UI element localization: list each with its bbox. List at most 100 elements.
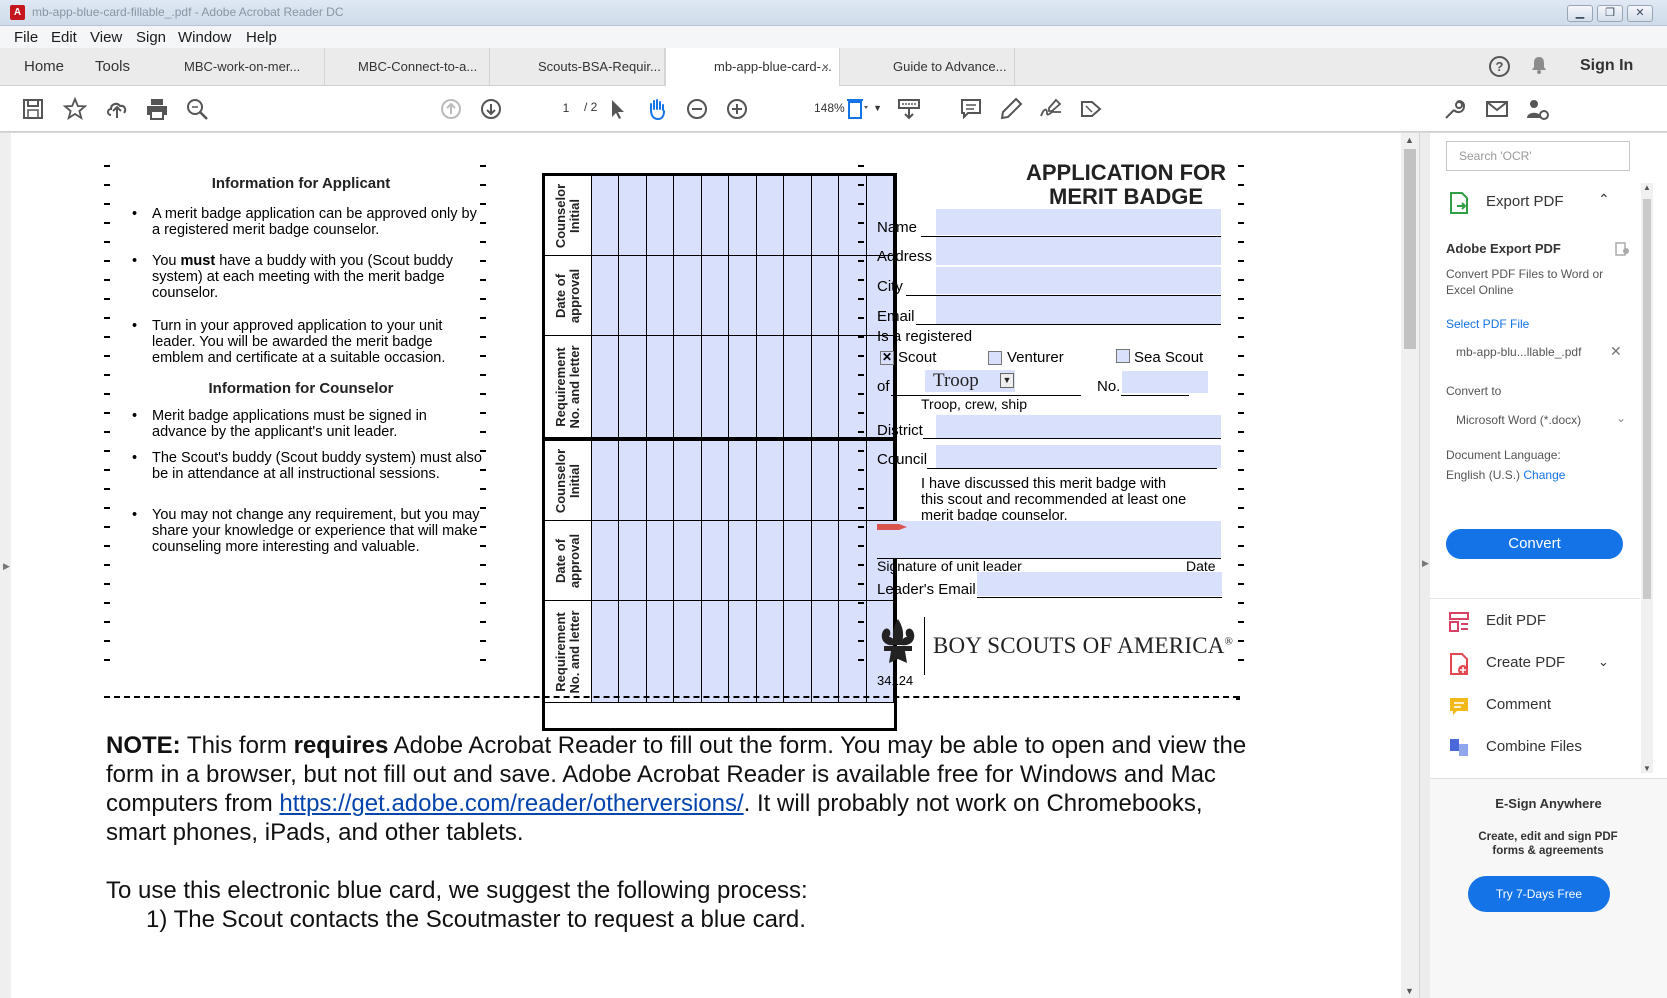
grid-entry-field[interactable] <box>646 521 675 601</box>
chevron-down-icon[interactable]: ⌄ <box>1598 654 1609 670</box>
scroll-up-icon[interactable]: ▲ <box>1405 135 1414 145</box>
grid-entry-field[interactable] <box>646 256 675 336</box>
add-user-icon[interactable] <box>1524 96 1550 122</box>
next-page-icon[interactable] <box>478 96 504 122</box>
grid-entry-field[interactable] <box>811 176 840 256</box>
tab-document[interactable]: Guide to Advance... <box>840 48 1015 86</box>
document-scrollbar[interactable]: ▲ ▼ <box>1401 133 1419 998</box>
tab-document[interactable]: Scouts-BSA-Requir... <box>490 48 665 86</box>
minimize-button[interactable]: ▁ <box>1567 5 1593 22</box>
grid-entry-field[interactable] <box>729 256 757 336</box>
scrollbar-thumb[interactable] <box>1643 199 1651 599</box>
page-number-input[interactable]: 1 <box>552 96 580 120</box>
edit-pdf-tool[interactable]: Edit PDF <box>1448 608 1628 638</box>
tab-document[interactable]: MBC-Connect-to-a... <box>325 48 490 86</box>
grid-entry-field[interactable] <box>839 521 867 601</box>
help-icon[interactable]: ? <box>1489 56 1510 77</box>
grid-entry-field[interactable] <box>592 521 620 601</box>
grid-entry-field[interactable] <box>784 521 812 601</box>
sea-scout-checkbox[interactable] <box>1116 349 1130 363</box>
scroll-up-icon[interactable]: ▲ <box>1643 183 1651 192</box>
convert-button[interactable]: Convert <box>1446 529 1623 559</box>
fill-sign-tag-icon[interactable] <box>1078 96 1104 122</box>
grid-entry-field[interactable] <box>592 176 620 256</box>
left-nav-gutter[interactable]: ▶ <box>0 133 11 998</box>
bell-icon[interactable] <box>1531 56 1547 74</box>
pdf-page[interactable]: Information for Applicant A merit badge … <box>11 133 1401 998</box>
maximize-button[interactable]: ❐ <box>1597 5 1623 22</box>
city-field[interactable] <box>936 267 1221 294</box>
grid-entry-field[interactable] <box>811 441 840 521</box>
grid-entry-field[interactable] <box>839 256 867 336</box>
grid-entry-field[interactable] <box>674 601 702 703</box>
grid-entry-field[interactable] <box>784 336 812 438</box>
grid-entry-field[interactable] <box>646 601 675 703</box>
grid-entry-field[interactable] <box>674 336 702 438</box>
change-language-link[interactable]: Change <box>1523 468 1565 482</box>
menu-edit[interactable]: Edit <box>51 29 77 46</box>
save-icon[interactable] <box>20 96 46 122</box>
grid-entry-field[interactable] <box>784 601 812 703</box>
grid-entry-field[interactable] <box>729 336 757 438</box>
grid-entry-field[interactable] <box>729 601 757 703</box>
unit-number-field[interactable] <box>1122 371 1208 393</box>
unit-type-dropdown[interactable]: Troop ▼ <box>925 370 1015 392</box>
format-dropdown[interactable]: Microsoft Word (*.docx) ⌄ <box>1456 410 1626 428</box>
tab-home[interactable]: Home <box>24 48 64 86</box>
read-mode-icon[interactable] <box>896 96 922 122</box>
menu-view[interactable]: View <box>90 29 122 46</box>
grid-entry-field[interactable] <box>592 256 620 336</box>
grid-entry-field[interactable] <box>701 521 730 601</box>
grid-entry-field[interactable] <box>619 256 647 336</box>
scrollbar-thumb[interactable] <box>1404 149 1416 349</box>
star-bookmark-icon[interactable] <box>62 96 88 122</box>
grid-entry-field[interactable] <box>701 601 730 703</box>
zoom-search-icon[interactable] <box>184 96 210 122</box>
grid-entry-field[interactable] <box>674 176 702 256</box>
grid-entry-field[interactable] <box>784 256 812 336</box>
free-trial-button[interactable]: Try 7-Days Free <box>1468 876 1610 912</box>
grid-entry-field[interactable] <box>619 601 647 703</box>
grid-entry-field[interactable] <box>756 601 785 703</box>
grid-entry-field[interactable] <box>729 441 757 521</box>
scroll-down-icon[interactable]: ▼ <box>1643 764 1651 773</box>
comment-icon[interactable] <box>958 96 984 122</box>
grid-entry-field[interactable] <box>729 521 757 601</box>
grid-entry-field[interactable] <box>592 336 620 438</box>
grid-entry-field[interactable] <box>839 336 867 438</box>
hand-tool-icon[interactable] <box>644 96 670 122</box>
grid-entry-field[interactable] <box>592 601 620 703</box>
scroll-down-icon[interactable]: ▼ <box>1405 986 1414 996</box>
chevron-down-icon[interactable]: ▼ <box>1000 373 1014 388</box>
close-window-button[interactable]: ✕ <box>1627 5 1653 22</box>
grid-entry-field[interactable] <box>811 256 840 336</box>
scout-checkbox[interactable] <box>880 350 894 365</box>
zoom-out-icon[interactable] <box>684 96 710 122</box>
sign-in-button[interactable]: Sign In <box>1580 57 1633 75</box>
grid-entry-field[interactable] <box>839 441 867 521</box>
grid-entry-field[interactable] <box>592 441 620 521</box>
select-cursor-icon[interactable] <box>604 96 630 122</box>
grid-entry-field[interactable] <box>784 176 812 256</box>
comment-tool[interactable]: Comment <box>1448 692 1628 722</box>
grid-entry-field[interactable] <box>756 176 785 256</box>
menu-sign[interactable]: Sign <box>136 29 166 46</box>
chevron-down-icon[interactable]: ⌄ <box>1616 410 1626 426</box>
grid-entry-field[interactable] <box>701 176 730 256</box>
remove-file-icon[interactable]: ✕ <box>1610 343 1622 360</box>
menu-help[interactable]: Help <box>246 29 277 46</box>
grid-entry-field[interactable] <box>619 521 647 601</box>
grid-entry-field[interactable] <box>839 601 867 703</box>
venturer-checkbox[interactable] <box>988 351 1002 365</box>
grid-entry-field[interactable] <box>811 601 840 703</box>
menu-file[interactable]: File <box>14 29 38 46</box>
share-link-icon[interactable] <box>1442 96 1468 122</box>
chevron-up-icon[interactable]: ⌃ <box>1598 191 1610 208</box>
email-icon[interactable] <box>1484 96 1510 122</box>
leader-signature-field[interactable] <box>877 521 1221 558</box>
grid-entry-field[interactable] <box>756 521 785 601</box>
tab-document-active[interactable]: mb-app-blue-card-... × <box>665 48 840 86</box>
zoom-in-icon[interactable] <box>724 96 750 122</box>
sign-icon[interactable] <box>1038 96 1064 122</box>
pane-splitter[interactable]: ▶ <box>1419 133 1430 998</box>
